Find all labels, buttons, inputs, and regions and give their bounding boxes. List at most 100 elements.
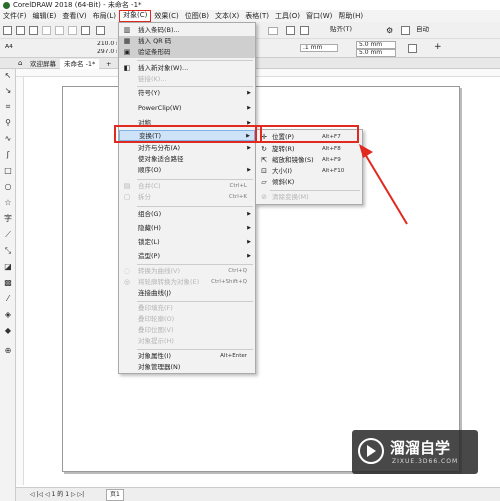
page-height-field[interactable]: 297.0 mm [95, 49, 117, 57]
home-icon[interactable]: ⌂ [18, 59, 22, 67]
combine-icon: ▤ [123, 182, 131, 190]
crop-tool-icon[interactable]: ⌗ [4, 103, 12, 111]
page-width-field[interactable]: 210.0 mm [95, 41, 117, 49]
duplicate-x-field[interactable]: 5.0 mm [356, 41, 396, 49]
artistic-media-icon[interactable]: ʃ [4, 151, 12, 159]
menu-item-insert-qr[interactable]: ▦ 插入 QR 码 [119, 36, 255, 47]
menu-separator [137, 301, 253, 302]
menu-item-fit-to-path[interactable]: 使对象适合路径 [119, 154, 255, 165]
menu-effects[interactable]: 效果(C) [151, 10, 181, 22]
pick-tool-icon[interactable]: ↖ [4, 72, 12, 80]
transparency-icon[interactable]: ▩ [4, 279, 12, 287]
add-toolbar-button[interactable]: + [434, 42, 442, 52]
menu-tools[interactable]: 工具(O) [272, 10, 303, 22]
menu-item-hide[interactable]: 隐藏(H) ▶ [119, 223, 255, 234]
ellipse-tool-icon[interactable]: ○ [4, 183, 12, 191]
polygon-tool-icon[interactable]: ☆ [4, 199, 12, 207]
menu-item-object-manager[interactable]: 对象管理器(N) [119, 362, 255, 373]
page-nav-controls[interactable]: ◁ |◁ ◁ 1 的 1 ▷ ▷| [30, 488, 84, 501]
menu-item-combine[interactable]: ▤ 合并(C) Ctrl+L [119, 181, 255, 192]
interactive-fill-icon[interactable]: ◈ [4, 311, 12, 319]
menu-item-overprint-outline[interactable]: 叠印轮廓(O) [119, 314, 255, 325]
title-bar: CorelDRAW 2018 (64-Bit) - 未命名 -1* [0, 0, 500, 10]
cut-icon[interactable] [55, 26, 64, 35]
zoom-tool-icon[interactable]: ⚲ [4, 119, 12, 127]
rectangle-tool-icon[interactable]: □ [4, 167, 12, 175]
menu-item-overprint-fill[interactable]: 叠印填充(F) [119, 303, 255, 314]
shape-tool-icon[interactable]: ↘ [4, 87, 12, 95]
new-document-icon[interactable] [3, 26, 12, 35]
page-tab[interactable]: 页1 [106, 489, 124, 501]
menu-item-convert-to-curves[interactable]: ◌ 转换为曲线(V) Ctrl+Q [119, 266, 255, 277]
snap-to-dropdown[interactable]: 贴齐(T) [328, 26, 380, 34]
menu-object[interactable]: 对象(C) [119, 10, 152, 22]
duplicate-y-field[interactable]: 5.0 mm [356, 49, 396, 57]
copy-icon[interactable] [68, 26, 77, 35]
menu-table[interactable]: 表格(T) [242, 10, 272, 22]
menu-window[interactable]: 窗口(W) [303, 10, 335, 22]
menu-item-order[interactable]: 顺序(O) ▶ [119, 165, 255, 176]
menu-edit[interactable]: 编辑(E) [30, 10, 60, 22]
nudge-field[interactable]: .1 mm [300, 44, 338, 52]
connector-tool-icon[interactable]: ⤡ [4, 247, 12, 255]
parallel-dimension-icon[interactable]: ⟋ [4, 231, 12, 239]
menu-item-insert-new-object[interactable]: ◧ 插入新对象(W)... [119, 63, 255, 74]
drop-shadow-icon[interactable]: ◪ [4, 263, 12, 271]
treat-as-filled-icon[interactable] [408, 44, 417, 53]
undo-icon[interactable] [96, 26, 105, 35]
menu-item-group[interactable]: 组合(G) ▶ [119, 209, 255, 220]
submenu-item-rotate[interactable]: ↻ 旋转(R) Alt+F8 [256, 144, 362, 155]
tab-add[interactable]: + [102, 59, 115, 69]
menu-item-insert-barcode[interactable]: ▥ 插入条码(B)... [119, 25, 255, 36]
view-icon[interactable] [300, 26, 309, 35]
print-icon[interactable] [42, 26, 51, 35]
menu-bitmaps[interactable]: 位图(B) [182, 10, 212, 22]
smart-fill-icon[interactable]: ◆ [4, 327, 12, 335]
menu-item-object-hints[interactable]: 对象提示(H) [119, 336, 255, 347]
add-tool-icon[interactable]: ⊕ [4, 347, 12, 355]
menu-separator [137, 86, 253, 87]
menu-item-lock[interactable]: 锁定(L) ▶ [119, 237, 255, 248]
page-size-dropdown[interactable]: A4 [3, 44, 43, 52]
gear-icon[interactable]: ⚙ [386, 26, 393, 35]
freehand-tool-icon[interactable]: ∿ [4, 135, 12, 143]
menu-item-verify-barcode[interactable]: ▣ 验证条形码 [119, 47, 255, 58]
open-icon[interactable] [16, 26, 25, 35]
tab-welcome[interactable]: 欢迎屏幕 [26, 59, 60, 69]
menu-item-join-curves[interactable]: 连接曲线(J) [119, 288, 255, 299]
menu-item-align-distribute[interactable]: 对齐与分布(A) ▶ [119, 143, 255, 154]
tab-document[interactable]: 未命名 -1* [60, 59, 100, 69]
submenu-item-skew[interactable]: ▱ 倾斜(K) [256, 177, 362, 188]
menu-file[interactable]: 文件(F) [0, 10, 30, 22]
auto-dropdown[interactable]: 自动 [414, 26, 454, 34]
menu-item-overprint-bitmap[interactable]: 叠印位图(V) [119, 325, 255, 336]
menu-view[interactable]: 查看(V) [59, 10, 89, 22]
menu-text[interactable]: 文本(X) [212, 10, 242, 22]
coreldraw-logo-icon [3, 1, 10, 9]
submenu-item-clear-transform[interactable]: ⊘ 清除变换(M) [256, 192, 362, 203]
menu-bar: 文件(F) 编辑(E) 查看(V) 布局(L) 对象(C) 效果(C) 位图(B… [0, 10, 500, 22]
menu-help[interactable]: 帮助(H) [335, 10, 366, 22]
menu-item-outline-to-object[interactable]: ◎ 将轮廓转换为对象(E) Ctrl+Shift+Q [119, 277, 255, 288]
menu-item-symbol[interactable]: 符号(Y) ▶ [119, 88, 255, 99]
menu-item-object-properties[interactable]: 对象属性(I) Alt+Enter [119, 351, 255, 362]
eyedropper-icon[interactable]: ⁄ [4, 295, 12, 303]
menu-layout[interactable]: 布局(L) [90, 10, 119, 22]
submenu-item-scale-mirror[interactable]: ⇱ 缩放和镜像(S) Alt+F9 [256, 155, 362, 166]
paste-icon[interactable] [81, 26, 90, 35]
menu-item-break-apart[interactable]: ▢ 拆分 Ctrl+K [119, 192, 255, 203]
full-screen-icon[interactable] [286, 26, 295, 35]
menu-item-powerclip[interactable]: PowerClip(W) ▶ [119, 103, 255, 114]
zoom-field[interactable] [268, 27, 278, 35]
barcode-icon: ▥ [123, 26, 131, 34]
curves-icon: ◌ [123, 267, 131, 275]
outline-icon: ◎ [123, 278, 131, 286]
text-tool-icon[interactable]: 字 [4, 215, 12, 223]
submenu-arrow-icon: ▶ [247, 253, 251, 259]
save-icon[interactable] [29, 26, 38, 35]
menu-separator [137, 349, 253, 350]
menu-item-link[interactable]: 链接(K)... [119, 74, 255, 85]
menu-item-shaping[interactable]: 造型(P) ▶ [119, 251, 255, 262]
launch-icon[interactable] [401, 26, 410, 35]
submenu-item-size[interactable]: ⊡ 大小(I) Alt+F10 [256, 166, 362, 177]
